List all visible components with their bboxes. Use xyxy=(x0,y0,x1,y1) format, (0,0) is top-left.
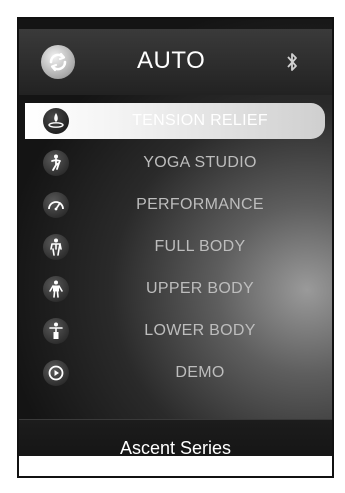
yoga-pose-icon xyxy=(43,150,69,176)
menu-item-label: LOWER BODY xyxy=(144,322,256,339)
upper-body-icon xyxy=(43,276,69,302)
brand-label: Ascent Series xyxy=(119,438,232,456)
menu-item-tension-relief[interactable]: TENSION RELIEF xyxy=(25,103,325,139)
speedometer-icon xyxy=(43,192,69,218)
menu-item-label: FULL BODY xyxy=(154,238,246,255)
full-body-icon xyxy=(43,234,69,260)
header-bar: AUTO xyxy=(19,29,332,95)
menu-item-label: UPPER BODY xyxy=(146,280,254,297)
menu-item-demo[interactable]: DEMO xyxy=(25,355,325,391)
mode-title: AUTO xyxy=(137,47,206,74)
menu-item-label: PERFORMANCE xyxy=(136,196,264,213)
lower-body-icon xyxy=(43,318,69,344)
play-icon xyxy=(43,360,69,386)
menu-item-performance[interactable]: PERFORMANCE xyxy=(25,187,325,223)
footer-bar: Ascent Series xyxy=(19,419,332,456)
menu-item-label: DEMO xyxy=(175,364,225,381)
auto-cycle-icon[interactable] xyxy=(41,45,75,79)
menu-item-label: YOGA STUDIO xyxy=(143,154,257,171)
menu-item-full-body[interactable]: FULL BODY xyxy=(25,229,325,265)
water-drop-icon xyxy=(43,108,69,134)
massage-chair-screen: AUTO TENSION RELIEF YOGA STUDIO PERFORMA… xyxy=(19,19,332,456)
bluetooth-icon xyxy=(287,53,297,71)
menu-item-yoga-studio[interactable]: YOGA STUDIO xyxy=(25,145,325,181)
menu-item-label: TENSION RELIEF xyxy=(132,112,268,129)
menu-item-lower-body[interactable]: LOWER BODY xyxy=(25,313,325,349)
menu-item-upper-body[interactable]: UPPER BODY xyxy=(25,271,325,307)
